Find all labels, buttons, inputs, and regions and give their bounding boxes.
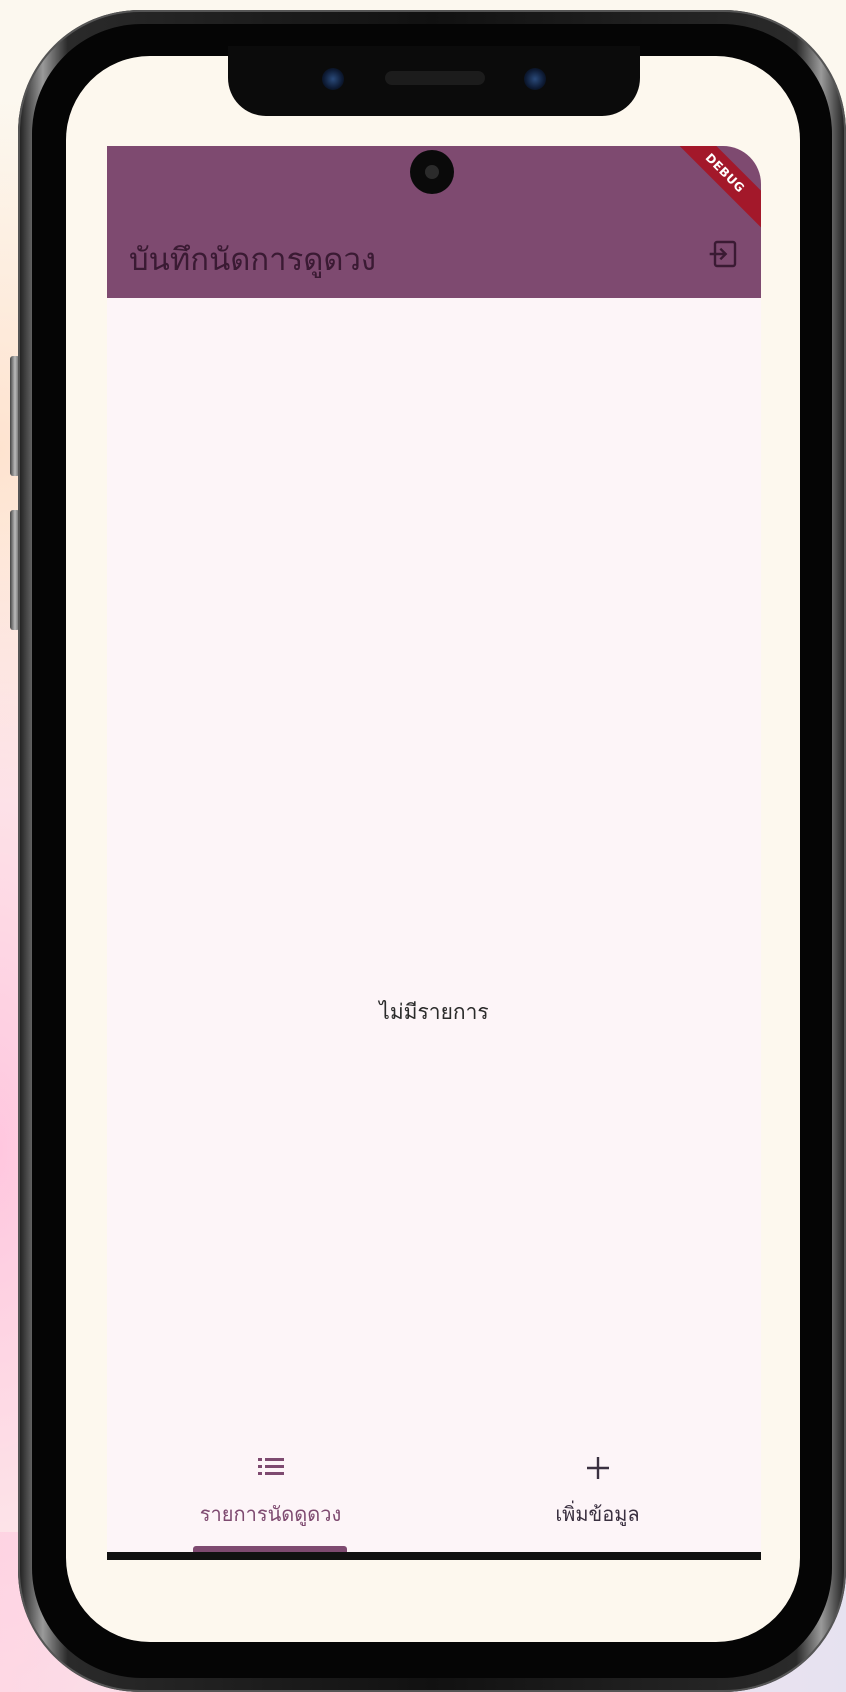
plus-icon	[586, 1457, 609, 1479]
app-screen: บันทึกนัดการดูดวง DEBUG ไม่มีรายการ รายก…	[107, 146, 761, 1560]
debug-banner: DEBUG	[666, 146, 761, 232]
nav-label-appointments: รายการนัดดูดวง	[199, 1502, 342, 1526]
page-title: บันทึกนัดการดูดวง	[129, 242, 377, 278]
bottom-navigation: รายการนัดดูดวง เพิ่มข้อมูล	[107, 1442, 761, 1552]
front-camera-icon	[524, 68, 546, 90]
nav-item-add[interactable]: เพิ่มข้อมูล	[434, 1442, 761, 1552]
punch-hole-camera	[410, 150, 454, 194]
list-icon	[257, 1458, 284, 1475]
phone-notch	[228, 46, 640, 116]
logout-icon	[709, 240, 737, 268]
front-sensor-icon	[322, 68, 344, 90]
logout-button[interactable]	[703, 234, 743, 274]
content-area: ไม่มีรายการ	[107, 298, 761, 1552]
nav-label-add: เพิ่มข้อมูล	[555, 1502, 640, 1526]
nav-item-appointments[interactable]: รายการนัดดูดวง	[107, 1442, 434, 1552]
active-tab-indicator	[193, 1546, 347, 1552]
earpiece-speaker	[385, 71, 485, 85]
empty-state-message: ไม่มีรายการ	[379, 1000, 489, 1024]
app-bar: บันทึกนัดการดูดวง DEBUG	[107, 146, 761, 298]
